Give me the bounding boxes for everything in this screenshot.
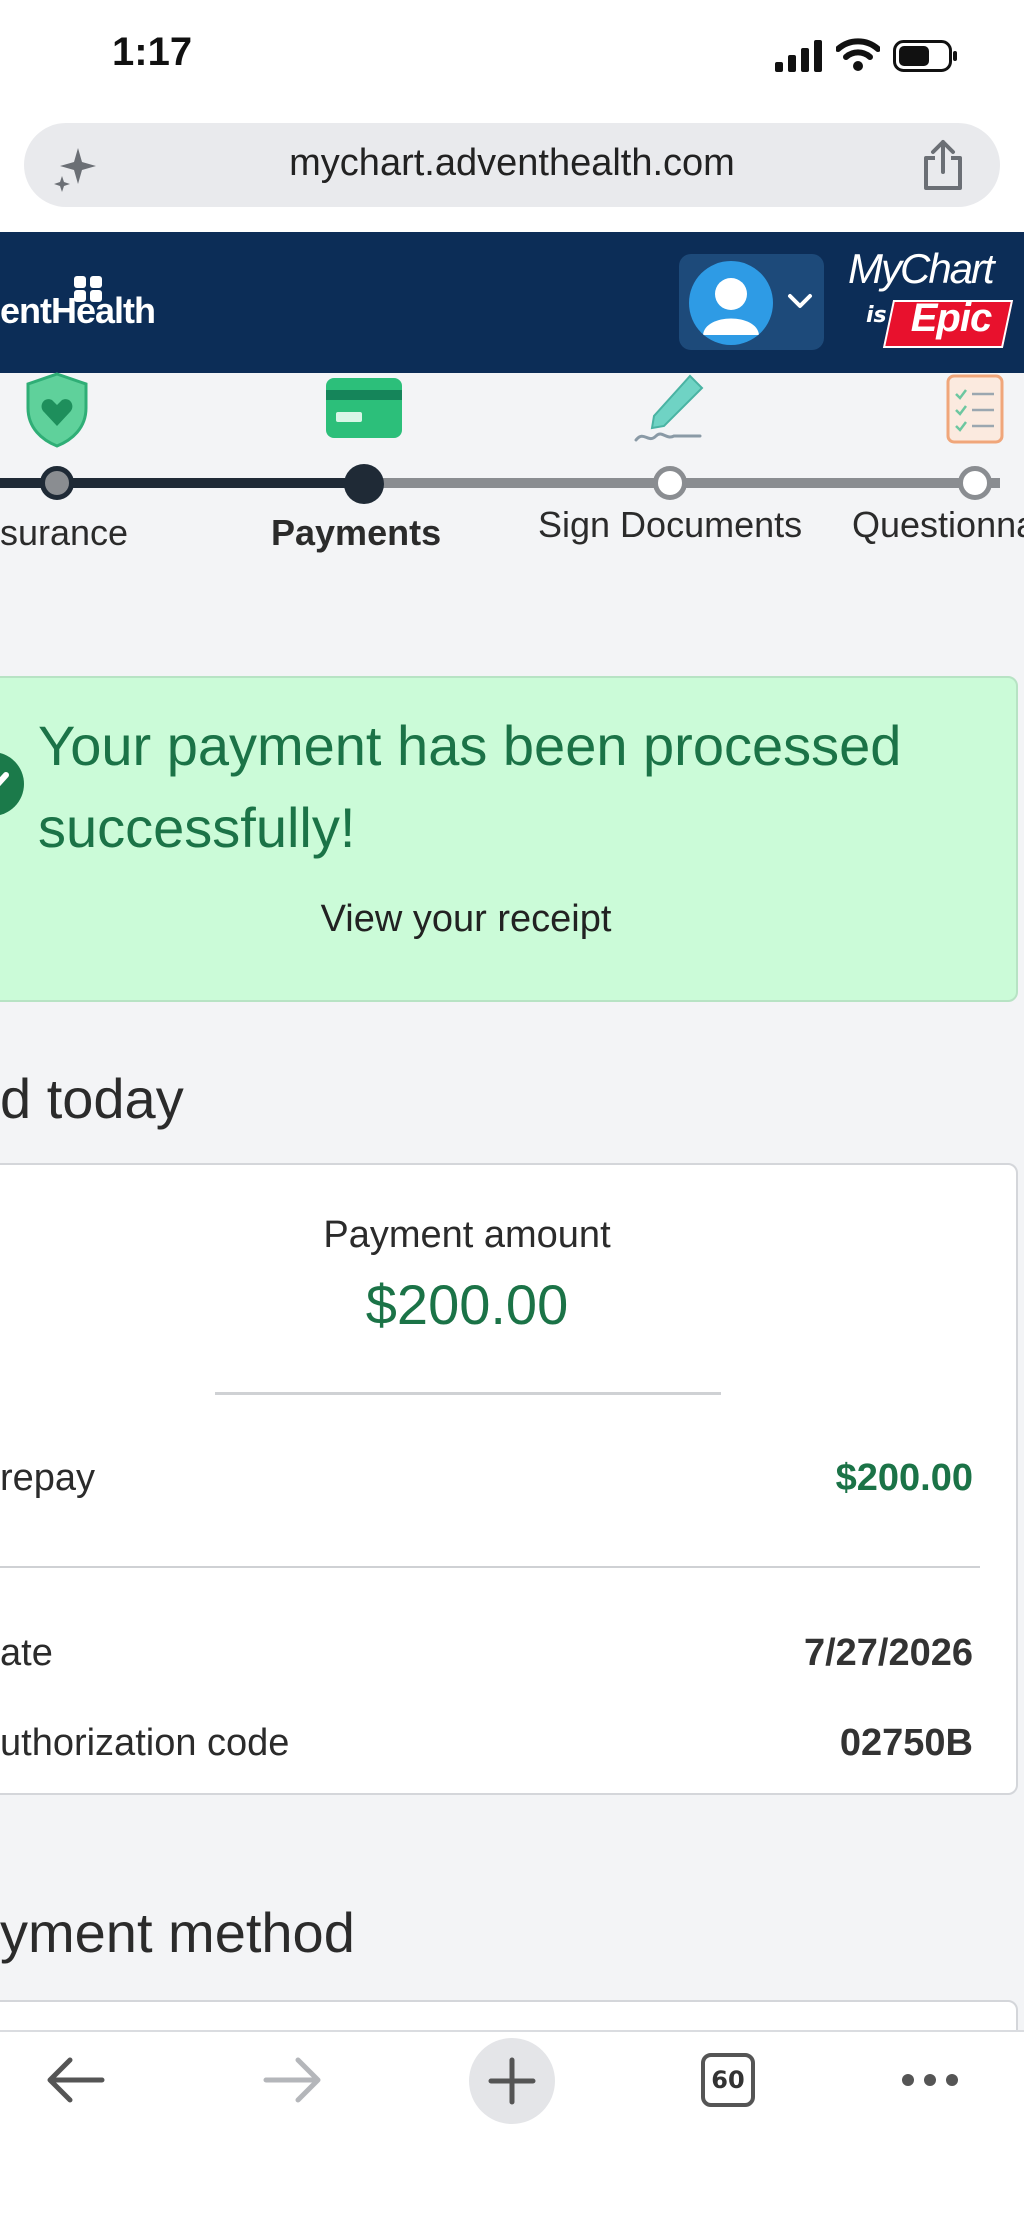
- battery-icon: [893, 40, 957, 72]
- mychart-logo: MyChart: [848, 245, 995, 292]
- step-label-questionnaires[interactable]: Questionna: [852, 504, 1024, 546]
- sign-pen-icon: [634, 374, 704, 442]
- step-dot-questionnaires[interactable]: [958, 466, 992, 500]
- authorization-code-value: 02750B: [839, 1722, 973, 1764]
- cellular-signal-icon: [775, 40, 822, 72]
- tab-count: 60: [711, 2066, 745, 2094]
- step-label-insurance[interactable]: surance: [0, 512, 128, 554]
- prepay-value: $200.00: [835, 1457, 973, 1499]
- mychart-logo-is: is: [866, 303, 887, 328]
- payment-amount-label: Payment amount: [323, 1214, 611, 1256]
- divider: [0, 1566, 980, 1568]
- step-dot-payments[interactable]: [344, 464, 384, 504]
- brand-name[interactable]: entHealth: [0, 290, 156, 332]
- divider: [215, 1392, 721, 1395]
- plus-icon: [488, 2057, 536, 2105]
- step-dot-insurance[interactable]: [40, 466, 74, 500]
- prepay-label: repay: [0, 1457, 96, 1499]
- epic-logo-text: Epic: [910, 296, 992, 340]
- forward-arrow-icon[interactable]: [262, 2055, 324, 2105]
- payment-card-icon: [326, 378, 402, 438]
- back-arrow-icon[interactable]: [44, 2055, 106, 2105]
- insurance-shield-icon: [26, 372, 88, 448]
- authorization-code-label: uthorization code: [0, 1722, 290, 1764]
- more-options-icon[interactable]: [900, 2070, 960, 2090]
- step-label-sign-documents[interactable]: Sign Documents: [538, 504, 802, 546]
- wifi-icon: [836, 38, 880, 71]
- step-label-payments[interactable]: Payments: [271, 512, 441, 554]
- date-value: 7/27/2026: [803, 1632, 973, 1674]
- share-icon[interactable]: [920, 138, 966, 192]
- success-check-icon: [0, 752, 24, 816]
- new-tab-button[interactable]: [469, 2038, 555, 2124]
- view-receipt-link[interactable]: View your receipt: [0, 898, 932, 941]
- date-label: ate: [0, 1632, 53, 1674]
- payment-method-heading: yment method: [0, 1901, 355, 1964]
- step-dot-sign-documents[interactable]: [653, 466, 687, 500]
- url-text[interactable]: mychart.adventhealth.com: [0, 142, 1024, 185]
- payment-amount-value: $200.00: [365, 1273, 569, 1336]
- chevron-down-icon[interactable]: [786, 292, 814, 312]
- user-avatar-icon[interactable]: [689, 261, 773, 345]
- status-time: 1:17: [112, 30, 193, 74]
- paid-today-heading: d today: [0, 1067, 184, 1130]
- success-message: Your payment has been processed successf…: [38, 714, 902, 859]
- questionnaire-checklist-icon: [946, 374, 1004, 444]
